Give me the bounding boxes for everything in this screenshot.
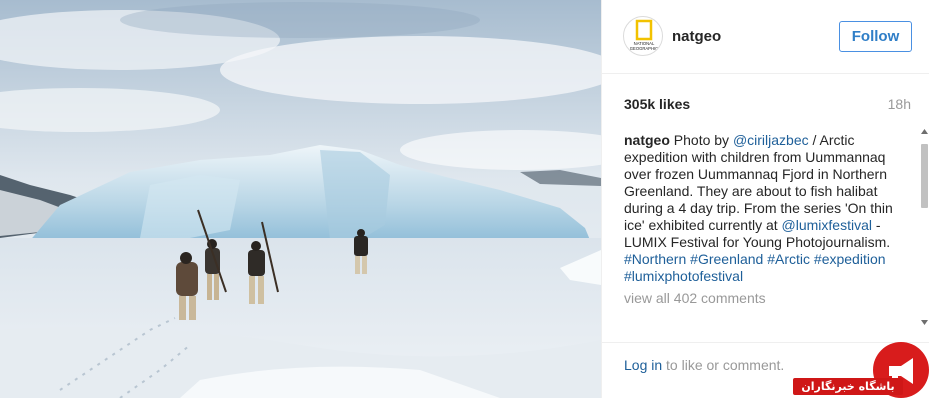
hashtag-expedition[interactable]: #expedition: [814, 251, 886, 267]
post-photo[interactable]: [0, 0, 601, 398]
post-caption: natgeo Photo by @ciriljazbec / Arctic ex…: [624, 132, 916, 285]
post-timestamp[interactable]: 18h: [888, 96, 911, 112]
watermark-bar: باشگاه خبرنگاران: [793, 378, 903, 395]
caption-scrollbar[interactable]: [920, 128, 929, 328]
hashtag-arctic[interactable]: #Arctic: [767, 251, 810, 267]
natgeo-logo-icon: NATIONAL GEOGRAPHIC: [630, 19, 658, 51]
caption-username[interactable]: natgeo: [624, 132, 670, 148]
post-username[interactable]: natgeo: [672, 28, 721, 45]
likes-count[interactable]: 305k likes: [624, 96, 690, 112]
arctic-expedition-photo: [0, 0, 601, 398]
scroll-thumb[interactable]: [921, 144, 928, 208]
hashtag-lumixphotofestival[interactable]: #lumixphotofestival: [624, 268, 743, 284]
view-all-comments-link[interactable]: view all 402 comments: [624, 290, 916, 307]
caption-scroll-area[interactable]: natgeo Photo by @ciriljazbec / Arctic ex…: [624, 132, 916, 327]
avatar[interactable]: NATIONAL GEOGRAPHIC: [623, 16, 663, 56]
mention-lumixfestival[interactable]: @lumixfestival: [782, 217, 872, 233]
login-prompt: Log in to like or comment.: [624, 357, 784, 373]
login-link[interactable]: Log in: [624, 357, 662, 373]
scroll-up-arrow-icon[interactable]: [921, 128, 928, 136]
caption-text: Photo by: [669, 132, 733, 148]
hashtag-greenland[interactable]: #Greenland: [690, 251, 763, 267]
scroll-down-arrow-icon[interactable]: [921, 318, 928, 326]
watermark-logo: باشگاه خبرنگاران: [793, 338, 929, 398]
svg-text:GEOGRAPHIC: GEOGRAPHIC: [630, 46, 658, 51]
watermark-text: باشگاه خبرنگاران: [801, 380, 895, 393]
follow-button[interactable]: Follow: [839, 21, 912, 52]
mention-ciriljazbec[interactable]: @ciriljazbec: [733, 132, 809, 148]
hashtag-northern[interactable]: #Northern: [624, 251, 686, 267]
login-prompt-text: to like or comment.: [662, 357, 785, 373]
post-header: NATIONAL GEOGRAPHIC natgeo Follow: [602, 0, 929, 74]
